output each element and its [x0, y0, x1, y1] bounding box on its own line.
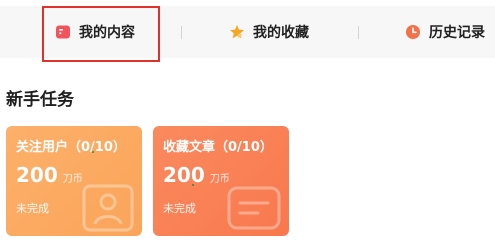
user-card-icon	[82, 184, 134, 232]
tab-label: 历史记录	[429, 25, 485, 41]
decor-dot	[92, 151, 94, 153]
task-title: 关注用户（0/10）	[16, 140, 126, 155]
tab-divider	[181, 26, 182, 39]
decor-dot	[192, 184, 194, 186]
task-card-collect-articles[interactable]: 收藏文章（0/10） 200 刀币 未完成	[153, 126, 289, 236]
tab-my-favorites[interactable]: 我的收藏	[229, 6, 309, 58]
content-card-icon	[56, 25, 70, 39]
task-title: 收藏文章（0/10）	[163, 140, 273, 155]
clock-icon	[406, 25, 420, 39]
star-icon	[230, 25, 244, 39]
tab-label: 我的内容	[79, 25, 135, 41]
reward-amount: 200	[16, 163, 58, 187]
reward-amount: 200	[163, 163, 205, 187]
task-status: 未完成	[16, 202, 49, 215]
tab-my-content[interactable]: 我的内容	[55, 6, 135, 58]
task-status: 未完成	[163, 202, 196, 215]
tab-divider	[358, 26, 359, 39]
task-reward: 200 刀币	[16, 163, 83, 187]
article-doc-icon	[227, 186, 281, 230]
section-title: 新手任务	[6, 90, 74, 110]
task-reward: 200 刀币	[163, 163, 230, 187]
tab-history[interactable]: 历史记录	[405, 6, 485, 58]
tab-label: 我的收藏	[253, 25, 309, 41]
task-card-follow-users[interactable]: 关注用户（0/10） 200 刀币 未完成	[6, 126, 142, 236]
tab-bar: 我的内容 我的收藏 历史记录	[0, 6, 495, 58]
